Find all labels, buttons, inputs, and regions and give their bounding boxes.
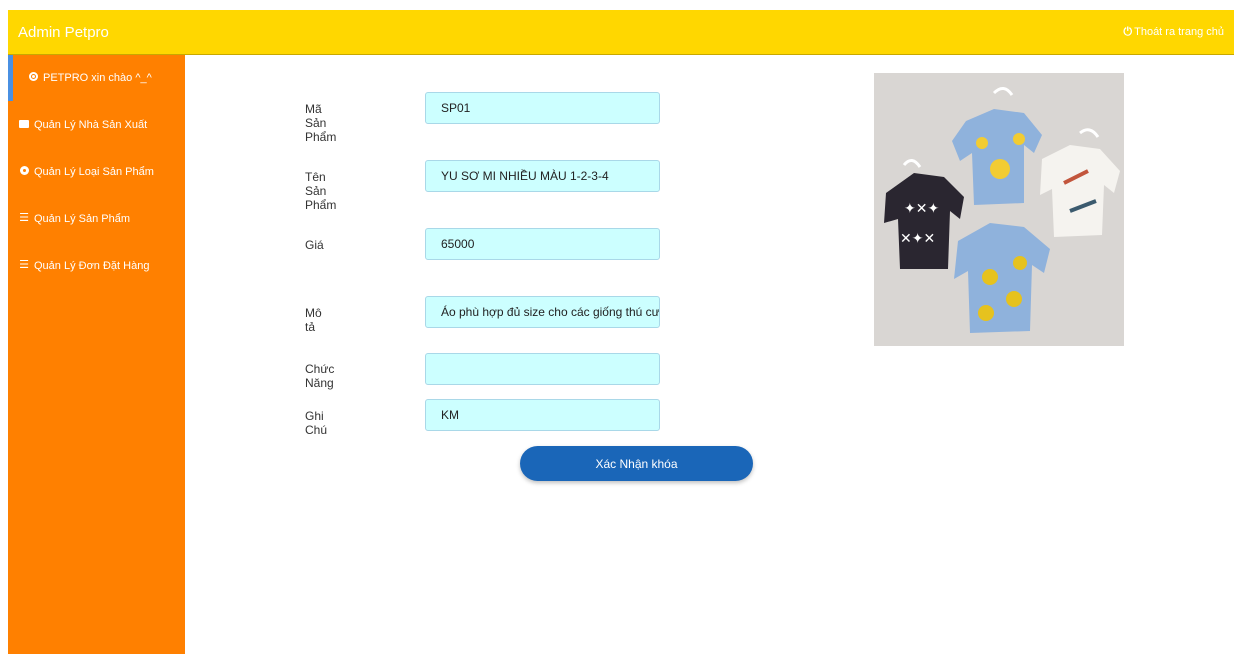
function-label: Chức Năng xyxy=(305,362,335,390)
product-code-input[interactable] xyxy=(425,92,660,124)
sidebar-item-label: Quản Lý Sản Phẩm xyxy=(34,212,131,225)
sidebar-item-products[interactable]: ☰ Quản Lý Sản Phẩm xyxy=(8,195,185,242)
sidebar-item-label: Quản Lý Nhà Sản Xuất xyxy=(34,118,148,131)
description-input[interactable] xyxy=(425,296,660,328)
brand-title[interactable]: Admin Petpro xyxy=(8,24,109,41)
note-input[interactable] xyxy=(425,399,660,431)
pet-shirts-photo: ✦✕✦ ✕✦✕ xyxy=(874,73,1124,346)
top-header-bar: Admin Petpro ⏻ Thoát ra trang chủ xyxy=(8,10,1234,55)
sidebar-item-label: Quản Lý Đơn Đặt Hàng xyxy=(34,259,150,272)
svg-text:✕✦✕: ✕✦✕ xyxy=(900,231,935,247)
description-label: Mô tả xyxy=(305,306,322,334)
price-label: Giá xyxy=(305,238,324,252)
table-icon xyxy=(18,119,30,131)
confirm-button[interactable]: Xác Nhận khóa xyxy=(520,446,753,481)
record-icon xyxy=(27,72,39,84)
product-name-label: Tên Sản Phẩm xyxy=(305,170,337,212)
logout-link[interactable]: ⏻ Thoát ra trang chủ xyxy=(1123,26,1234,39)
power-icon: ⏻ xyxy=(1123,25,1133,38)
sidebar-item-welcome[interactable]: PETPRO xin chào ^_^ xyxy=(8,55,185,101)
product-code-label: Mã Sản Phẩm xyxy=(305,102,337,144)
sidebar-item-label: PETPRO xin chào ^_^ xyxy=(43,72,152,84)
logout-label: Thoát ra trang chủ xyxy=(1134,26,1224,38)
sidebar-item-orders[interactable]: ☰ Quản Lý Đơn Đặt Hàng xyxy=(8,242,185,289)
sidebar: PETPRO xin chào ^_^ Quản Lý Nhà Sản Xuất… xyxy=(8,55,185,654)
price-input[interactable] xyxy=(425,228,660,260)
list-icon: ☰ xyxy=(19,259,29,271)
sidebar-item-manufacturers[interactable]: Quản Lý Nhà Sản Xuất xyxy=(8,101,185,148)
note-label: Ghi Chú xyxy=(305,409,328,437)
product-image: ✦✕✦ ✕✦✕ xyxy=(874,73,1124,346)
map-marker-icon xyxy=(18,165,30,178)
function-input[interactable] xyxy=(425,353,660,385)
svg-text:✦✕✦: ✦✕✦ xyxy=(904,201,939,217)
sidebar-item-label: Quản Lý Loại Sản Phẩm xyxy=(34,165,154,178)
list-icon: ☰ xyxy=(19,212,29,224)
sidebar-item-product-types[interactable]: Quản Lý Loại Sản Phẩm xyxy=(8,148,185,195)
product-name-input[interactable] xyxy=(425,160,660,192)
